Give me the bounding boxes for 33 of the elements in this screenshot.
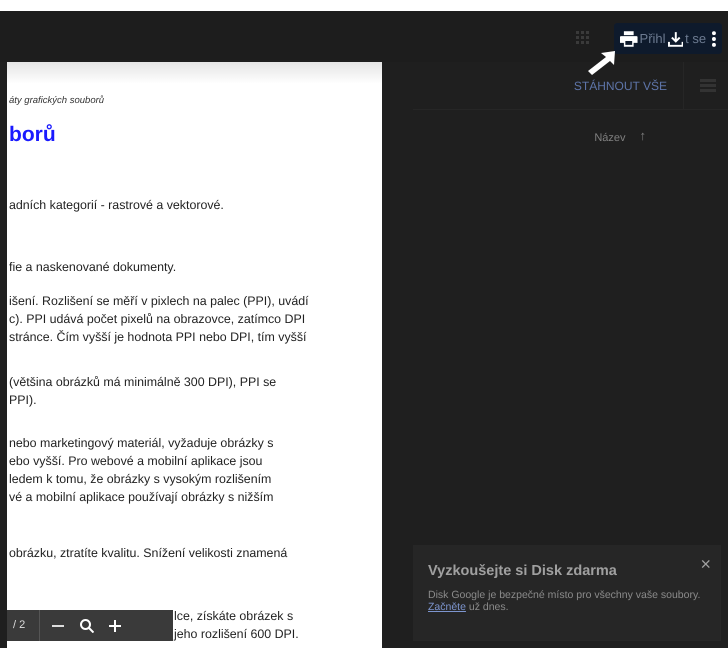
document-text-line: nebo marketingový materiál, vyžaduje obrázky s (9, 435, 274, 452)
document-text-line: jeho rozlišení 600 DPI. (174, 627, 299, 641)
document-text-line: adních kategorií - rastrové a vektorové. (9, 197, 225, 214)
download-all-button[interactable]: STÁHNOUT VŠE (558, 76, 683, 94)
download-icon[interactable] (668, 30, 684, 46)
zoom-in-icon[interactable] (109, 620, 122, 632)
close-button[interactable]: × (700, 551, 711, 578)
document-text-line: lce, získáte obrázek s (174, 609, 294, 623)
document-text-line: (většina obrázků má minimálně 300 DPI), PPI se (9, 374, 278, 391)
document-text-line: ebo vyšší. Pro webové a mobilní aplikace jsou (9, 453, 264, 470)
promo-text: Disk Google je bezpečné místo pro všechny vaše soubory. (428, 589, 700, 601)
document-text-line: stránce. Čím vyšší je hodnota PPI nebo DPI, tím vyšší (9, 329, 308, 346)
page-counter: / 2 (12, 618, 26, 634)
zoom-icon[interactable] (80, 618, 94, 632)
pointer-arrow (586, 50, 616, 76)
document-text-line: c). PPI udává počet pixelů na obrazovce, zatímco DPI (9, 311, 306, 328)
document-heading: borů (9, 122, 57, 148)
document-text-line: išení. Rozlišení se měří v pixlech na palec (PPI), uvádí (9, 293, 310, 310)
sort-column-header[interactable]: Název (594, 130, 626, 146)
document-text-line: fie a naskenované dokumenty. (9, 259, 178, 276)
promo-title: Vyzkoušejte si Disk zdarma (428, 562, 617, 581)
print-icon[interactable] (620, 30, 638, 46)
document-subtitle: áty grafických souborů (9, 94, 106, 108)
sign-in-text[interactable]: t se (685, 28, 706, 48)
sort-arrow[interactable]: ↑ (640, 130, 646, 146)
sign-in-text[interactable]: Přihl (640, 28, 666, 48)
document-text-line: PPI). (9, 392, 38, 409)
promo-text: už dnes. (468, 601, 509, 613)
document-text-line: vé a mobilní aplikace používají obrázky s nižším (9, 489, 274, 506)
get-started-link[interactable]: Začněte (428, 601, 466, 613)
more-icon[interactable] (712, 30, 716, 46)
document-text-line: obrázku, ztratíte kvalitu. Snížení velikosti znamená (9, 545, 288, 562)
document-text-line: ledem k tomu, že obrázky s vysokým rozlišením (9, 471, 272, 488)
